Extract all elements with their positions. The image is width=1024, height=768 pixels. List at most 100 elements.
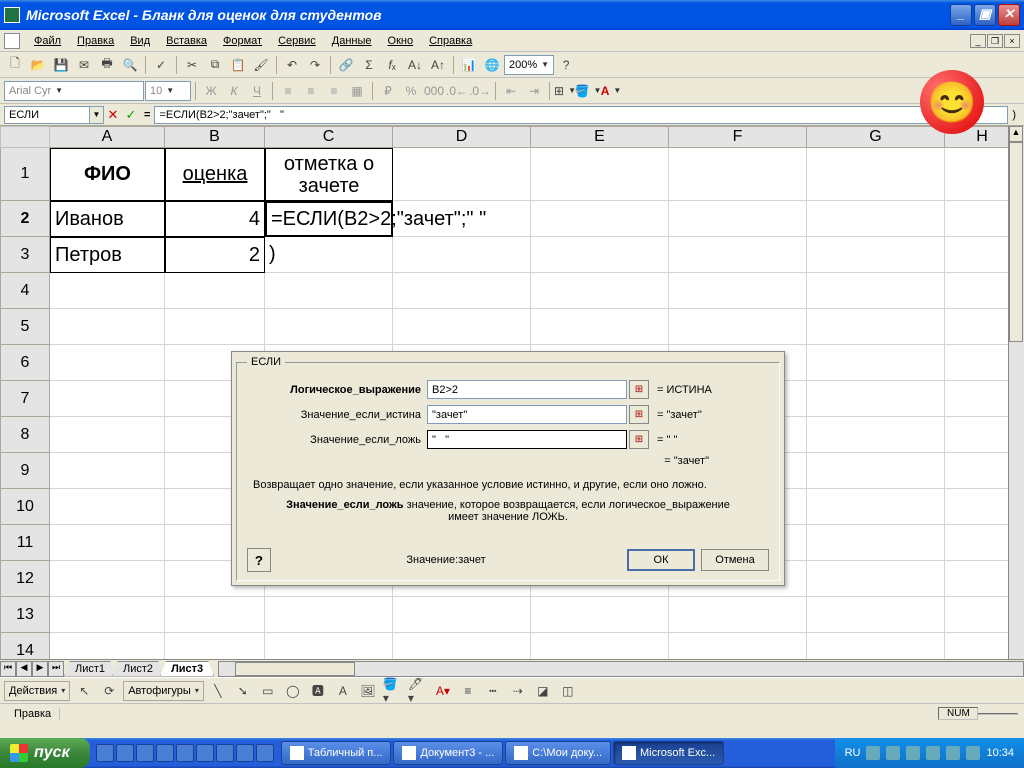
row-header[interactable]: 8 <box>0 417 50 453</box>
clock[interactable]: 10:34 <box>986 747 1014 759</box>
cell-C1[interactable]: отметка о зачете <box>265 148 393 201</box>
preview-icon[interactable]: 🔍 <box>119 54 141 76</box>
font-color-icon[interactable]: A▼ <box>600 80 622 102</box>
cell-F1[interactable] <box>669 148 807 201</box>
save-icon[interactable]: 💾 <box>50 54 72 76</box>
menu-file[interactable]: Файл <box>26 33 69 49</box>
quicklaunch-icon[interactable] <box>196 744 214 762</box>
menu-data[interactable]: Данные <box>324 33 380 49</box>
dialog-help-button[interactable]: ? <box>247 548 271 572</box>
start-button[interactable]: пуск <box>0 738 90 768</box>
quicklaunch-icon[interactable] <box>96 744 114 762</box>
linecolor-icon[interactable]: 🖊▾ <box>407 680 429 702</box>
taskbar-task[interactable]: Табличный п... <box>281 741 392 765</box>
tray-icon[interactable] <box>966 746 980 760</box>
cut-icon[interactable]: ✂ <box>181 54 203 76</box>
lineweight-icon[interactable]: ≡ <box>457 680 479 702</box>
select-all-corner[interactable] <box>0 126 50 148</box>
redo-icon[interactable]: ↷ <box>304 54 326 76</box>
cell-G9[interactable] <box>807 453 945 489</box>
arg2-input[interactable] <box>427 405 627 424</box>
row-header[interactable]: 9 <box>0 453 50 489</box>
cell-A12[interactable] <box>50 561 165 597</box>
lang-indicator[interactable]: RU <box>845 747 861 759</box>
menu-view[interactable]: Вид <box>122 33 158 49</box>
formula-input[interactable] <box>154 106 1008 124</box>
cell-A9[interactable] <box>50 453 165 489</box>
cell-G1[interactable] <box>807 148 945 201</box>
cell-F2[interactable] <box>669 201 807 237</box>
clipart-icon[interactable]: 🖼 <box>357 680 379 702</box>
cell-A1[interactable]: ФИО <box>50 148 165 201</box>
sheet-nav[interactable]: ▶ <box>32 661 48 677</box>
map-icon[interactable]: 🌐 <box>481 54 503 76</box>
sheet-tab[interactable]: Лист3 <box>160 661 214 677</box>
row-header[interactable]: 14 <box>0 633 50 659</box>
cell-A5[interactable] <box>50 309 165 345</box>
cell-G7[interactable] <box>807 381 945 417</box>
mdi-minimize[interactable]: _ <box>970 34 986 48</box>
col-header-C[interactable]: C <box>265 126 393 148</box>
col-header-F[interactable]: F <box>669 126 807 148</box>
cell-B14[interactable] <box>165 633 265 659</box>
row-header[interactable]: 12 <box>0 561 50 597</box>
inc-decimal-icon[interactable]: .0← <box>446 80 468 102</box>
comma-icon[interactable]: 000 <box>423 80 445 102</box>
autoshapes-menu[interactable]: Автофигуры▾ <box>123 681 204 701</box>
cell-F3[interactable] <box>669 237 807 273</box>
taskbar-task[interactable]: Документ3 - ... <box>393 741 503 765</box>
cell-F14[interactable] <box>669 633 807 659</box>
sum-icon[interactable]: Σ <box>358 54 380 76</box>
cell-D13[interactable] <box>393 597 531 633</box>
spell-icon[interactable]: ✓ <box>150 54 172 76</box>
maximize-button[interactable]: ▣ <box>974 4 996 26</box>
tray-icon[interactable] <box>906 746 920 760</box>
sheet-nav[interactable]: ◀ <box>16 661 32 677</box>
quicklaunch-icon[interactable] <box>176 744 194 762</box>
tray-icon[interactable] <box>926 746 940 760</box>
arrowstyle-icon[interactable]: ⇢ <box>507 680 529 702</box>
col-header-E[interactable]: E <box>531 126 669 148</box>
cell-B2[interactable]: 4 <box>165 201 265 237</box>
arg3-ref-button[interactable]: ⊞ <box>629 430 649 449</box>
new-icon[interactable]: 🗋 <box>4 54 26 76</box>
menu-insert[interactable]: Вставка <box>158 33 215 49</box>
currency-icon[interactable]: ₽ <box>377 80 399 102</box>
cancel-formula-icon[interactable]: ✕ <box>104 106 122 124</box>
accept-formula-icon[interactable]: ✓ <box>122 106 140 124</box>
name-box[interactable]: ЕСЛИ▼ <box>4 106 104 124</box>
cell-G14[interactable] <box>807 633 945 659</box>
row-header[interactable]: 4 <box>0 273 50 309</box>
print-icon[interactable]: 🖶 <box>96 54 118 76</box>
dec-decimal-icon[interactable]: .0→ <box>469 80 491 102</box>
row-header[interactable]: 2 <box>0 201 50 237</box>
fill-color-icon[interactable]: 🪣▼ <box>577 80 599 102</box>
cell-B4[interactable] <box>165 273 265 309</box>
quicklaunch-icon[interactable] <box>216 744 234 762</box>
wordart-icon[interactable]: A <box>332 680 354 702</box>
cell-G13[interactable] <box>807 597 945 633</box>
zoom-combo[interactable]: 200%▼ <box>504 55 554 75</box>
undo-icon[interactable]: ↶ <box>281 54 303 76</box>
cell-A2[interactable]: Иванов <box>50 201 165 237</box>
percent-icon[interactable]: % <box>400 80 422 102</box>
menu-edit[interactable]: Правка <box>69 33 122 49</box>
taskbar-task[interactable]: Microsoft Exc... <box>613 741 724 765</box>
sheet-tab[interactable]: Лист2 <box>112 661 164 677</box>
row-header[interactable]: 1 <box>0 148 50 201</box>
mail-icon[interactable]: ✉ <box>73 54 95 76</box>
cell-C3[interactable]: ) <box>265 237 393 273</box>
select-icon[interactable]: ↖ <box>73 680 95 702</box>
actions-menu[interactable]: Действия▾ <box>4 681 70 701</box>
cell-A6[interactable] <box>50 345 165 381</box>
row-header[interactable]: 5 <box>0 309 50 345</box>
cell-A11[interactable] <box>50 525 165 561</box>
font-combo[interactable]: Arial Cyr▼ <box>4 81 144 101</box>
cell-C2[interactable]: =ЕСЛИ(B2>2;"зачет";" " <box>265 201 393 237</box>
fontsize-combo[interactable]: 10▼ <box>145 81 191 101</box>
rect-icon[interactable]: ▭ <box>257 680 279 702</box>
textbox-icon[interactable]: 🅰 <box>307 680 329 702</box>
cell-A14[interactable] <box>50 633 165 659</box>
menu-service[interactable]: Сервис <box>270 33 324 49</box>
row-header[interactable]: 3 <box>0 237 50 273</box>
